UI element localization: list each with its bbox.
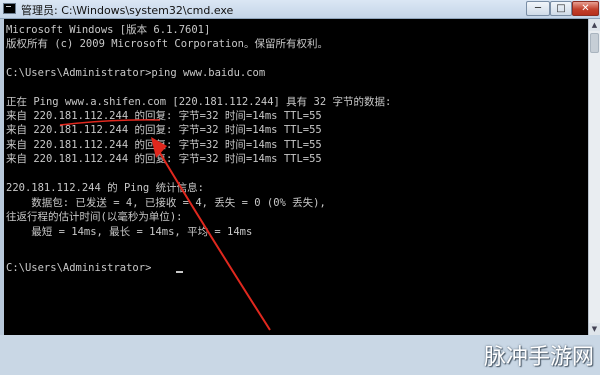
annotation-overlay [59,119,271,331]
watermark-text: 脉冲手游网 [483,345,594,370]
arrow-head-icon [151,137,167,158]
arrow-line [156,147,271,331]
underline-mark [59,119,161,126]
cmd-window: 管理员: C:\Windows\system32\cmd.exe ─ □ ✕ M… [0,0,600,375]
